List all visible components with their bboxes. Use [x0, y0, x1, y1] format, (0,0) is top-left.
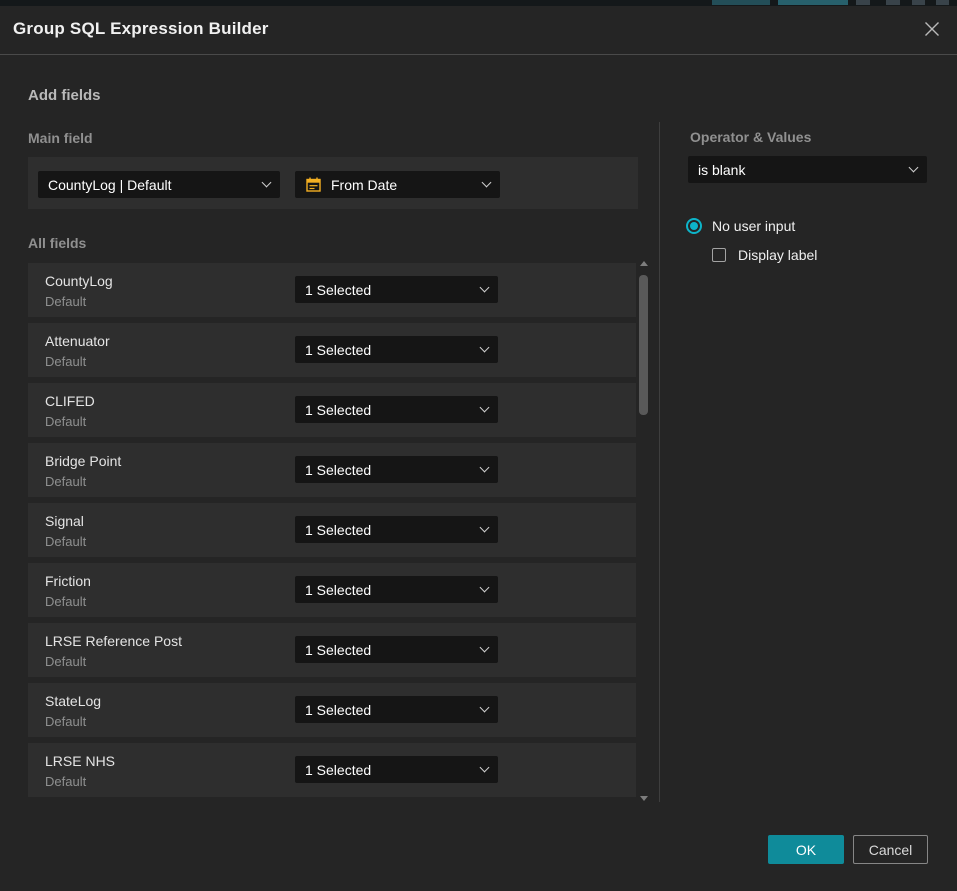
calendar-icon — [305, 176, 322, 193]
background-fragment — [856, 0, 870, 5]
chevron-down-icon — [480, 283, 490, 293]
field-source: Default — [45, 594, 86, 609]
dialog-titlebar: Group SQL Expression Builder — [0, 6, 957, 55]
ok-button[interactable]: OK — [768, 835, 844, 864]
field-name: StateLog — [45, 693, 101, 709]
field-source: Default — [45, 654, 86, 669]
field-source: Default — [45, 474, 86, 489]
all-fields-list: CountyLog Default 1 Selected Attenuator Defa… — [28, 263, 636, 803]
field-selection-value: 1 Selected — [305, 342, 473, 358]
main-field-label: Main field — [28, 130, 93, 146]
field-selection-dropdown[interactable]: 1 Selected — [295, 276, 498, 303]
field-selection-value: 1 Selected — [305, 402, 473, 418]
field-source: Default — [45, 774, 86, 789]
main-field-box: CountyLog | Default From Date — [28, 157, 638, 209]
field-row: LRSE Reference Post Default 1 Selected — [28, 623, 636, 677]
chevron-down-icon — [262, 178, 272, 188]
field-row: LRSE NHS Default 1 Selected — [28, 743, 636, 797]
chevron-down-icon — [480, 463, 490, 473]
scroll-down-arrow-icon[interactable] — [640, 796, 648, 801]
field-name: Friction — [45, 573, 91, 589]
field-name: LRSE Reference Post — [45, 633, 182, 649]
field-selection-dropdown[interactable]: 1 Selected — [295, 576, 498, 603]
field-source: Default — [45, 294, 86, 309]
main-field-dataset-dropdown[interactable]: CountyLog | Default — [38, 171, 280, 198]
display-label-text: Display label — [738, 247, 817, 263]
field-row: Attenuator Default 1 Selected — [28, 323, 636, 377]
dialog-title: Group SQL Expression Builder — [13, 19, 269, 39]
chevron-down-icon — [480, 763, 490, 773]
field-source: Default — [45, 414, 86, 429]
scroll-up-arrow-icon[interactable] — [640, 261, 648, 266]
chevron-down-icon — [480, 703, 490, 713]
chevron-down-icon — [480, 643, 490, 653]
chevron-down-icon — [909, 163, 919, 173]
field-row: CountyLog Default 1 Selected — [28, 263, 636, 317]
operator-values-heading: Operator & Values — [690, 129, 811, 145]
background-fragment — [936, 0, 949, 5]
group-sql-expression-builder-dialog: Group SQL Expression Builder Add fields … — [0, 6, 957, 891]
field-selection-value: 1 Selected — [305, 702, 473, 718]
no-user-input-radio[interactable]: No user input — [686, 218, 795, 234]
scrollbar-thumb[interactable] — [639, 275, 648, 415]
add-fields-heading: Add fields — [28, 87, 101, 104]
field-row: CLIFED Default 1 Selected — [28, 383, 636, 437]
field-selection-value: 1 Selected — [305, 762, 473, 778]
field-row: Signal Default 1 Selected — [28, 503, 636, 557]
field-selection-value: 1 Selected — [305, 282, 473, 298]
field-name: Bridge Point — [45, 453, 121, 469]
background-fragment — [886, 0, 900, 5]
field-source: Default — [45, 354, 86, 369]
field-selection-dropdown[interactable]: 1 Selected — [295, 696, 498, 723]
field-selection-value: 1 Selected — [305, 522, 473, 538]
background-fragment — [778, 0, 848, 5]
field-source: Default — [45, 534, 86, 549]
field-name: CLIFED — [45, 393, 95, 409]
display-label-checkbox[interactable]: Display label — [712, 247, 817, 263]
chevron-down-icon — [480, 403, 490, 413]
field-selection-dropdown[interactable]: 1 Selected — [295, 336, 498, 363]
field-selection-dropdown[interactable]: 1 Selected — [295, 636, 498, 663]
fields-scrollbar[interactable] — [636, 258, 652, 804]
close-button[interactable] — [922, 19, 942, 39]
field-row: Bridge Point Default 1 Selected — [28, 443, 636, 497]
field-selection-dropdown[interactable]: 1 Selected — [295, 456, 498, 483]
field-selection-dropdown[interactable]: 1 Selected — [295, 396, 498, 423]
radio-selected-icon — [686, 218, 702, 234]
field-row: Friction Default 1 Selected — [28, 563, 636, 617]
field-name: CountyLog — [45, 273, 113, 289]
operator-dropdown[interactable]: is blank — [688, 156, 927, 183]
field-source: Default — [45, 714, 86, 729]
chevron-down-icon — [482, 178, 492, 188]
field-name: LRSE NHS — [45, 753, 115, 769]
no-user-input-label: No user input — [712, 218, 795, 234]
field-name: Attenuator — [45, 333, 110, 349]
close-icon — [923, 20, 941, 38]
field-selection-dropdown[interactable]: 1 Selected — [295, 756, 498, 783]
chevron-down-icon — [480, 343, 490, 353]
cancel-button[interactable]: Cancel — [853, 835, 928, 864]
field-selection-value: 1 Selected — [305, 462, 473, 478]
main-field-field-dropdown[interactable]: From Date — [295, 171, 500, 198]
field-name: Signal — [45, 513, 84, 529]
chevron-down-icon — [480, 523, 490, 533]
all-fields-label: All fields — [28, 235, 86, 251]
field-selection-dropdown[interactable]: 1 Selected — [295, 516, 498, 543]
main-field-dataset-value: CountyLog | Default — [48, 177, 255, 193]
field-selection-value: 1 Selected — [305, 582, 473, 598]
operator-value: is blank — [698, 162, 902, 178]
field-row: StateLog Default 1 Selected — [28, 683, 636, 737]
background-fragment — [912, 0, 925, 5]
checkbox-unchecked-icon — [712, 248, 726, 262]
chevron-down-icon — [480, 583, 490, 593]
main-field-field-value: From Date — [331, 177, 475, 193]
background-fragment — [712, 0, 770, 5]
panel-divider — [659, 122, 660, 802]
field-selection-value: 1 Selected — [305, 642, 473, 658]
